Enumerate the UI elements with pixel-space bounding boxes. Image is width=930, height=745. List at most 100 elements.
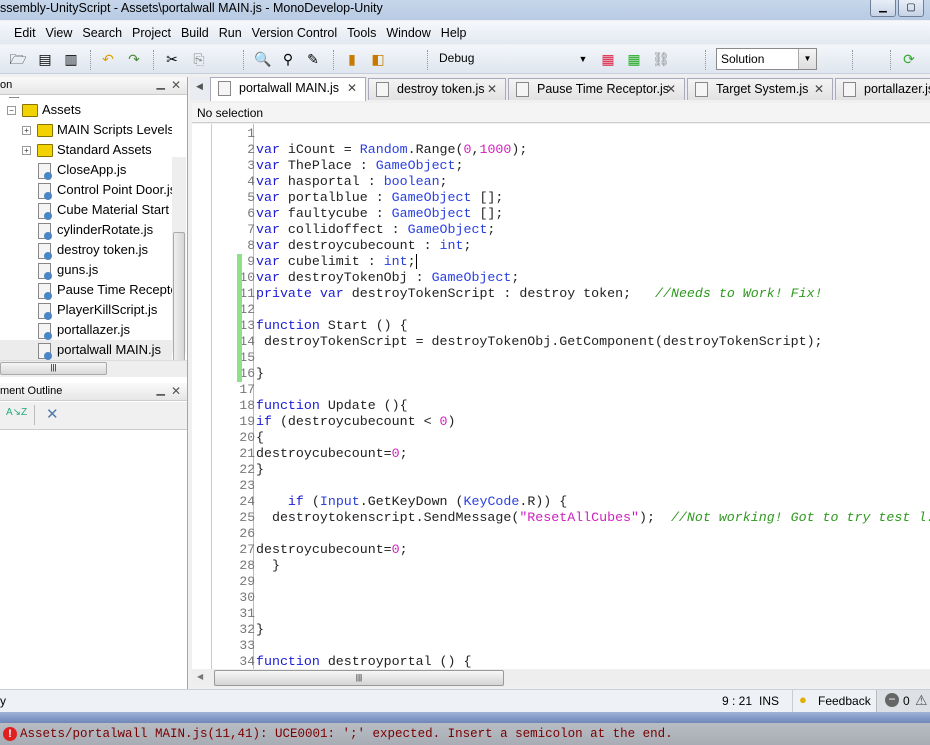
tree-item[interactable]: Pause Time Receptor — [0, 280, 172, 300]
close-icon[interactable]: ✕ — [171, 78, 181, 92]
tree-item[interactable]: − Assets — [0, 100, 172, 120]
tree-item-label: Assets — [42, 102, 82, 117]
bookmark-prev-icon[interactable]: ◧ — [369, 50, 387, 68]
tree-item-label: portallazer.js — [57, 322, 130, 337]
minimize-button[interactable]: ▁ — [870, 0, 896, 17]
sort-alphabetically-icon[interactable]: A↘Z — [6, 407, 27, 418]
tree-hscroll-thumb[interactable]: ||| — [0, 362, 107, 375]
code-token: (destroycubecount < — [271, 414, 440, 429]
tree-item[interactable]: + MAIN Scripts Levels — [0, 120, 172, 140]
tree-item[interactable]: destroy token.js — [0, 240, 172, 260]
code-token: destroyTokenScript : destroy token; — [343, 286, 655, 301]
close-tab-icon[interactable]: ✕ — [347, 78, 357, 99]
tab-target-system-js[interactable]: Target System.js ✕ — [687, 78, 833, 100]
lightbulb-icon: ● — [799, 692, 807, 707]
tree-item[interactable]: PlayerKillScript.js — [0, 300, 172, 320]
status-message: y — [0, 694, 6, 708]
tree-item-label: destroy token.js — [57, 242, 149, 257]
expand-icon[interactable]: + — [22, 126, 31, 136]
unity-console-error[interactable]: ! Assets/portalwall MAIN.js(11,41): UCE0… — [0, 723, 930, 745]
tree-item[interactable]: cylinderRotate.js — [0, 220, 172, 240]
code-token: var — [256, 206, 280, 221]
code-editor[interactable]: 1 2 3 4 5 6 7 8 9 10 11 12 13 14 15 16 17 18 19 20 21 22 23 24 2… — [192, 124, 930, 669]
minimize-panel-icon[interactable]: ▁ — [157, 77, 165, 90]
toolbar-separator — [705, 50, 706, 70]
tree-item[interactable]: guns.js — [0, 260, 172, 280]
code-token: { — [256, 430, 264, 445]
editor-hscroll-thumb[interactable]: ||| — [214, 670, 504, 686]
tree-item[interactable]: Control Point Door.js — [0, 180, 172, 200]
tree-item[interactable]: Cube Material Start — [0, 200, 172, 220]
tree-item[interactable]: CloseApp.js — [0, 160, 172, 180]
tab-portallazer-js[interactable]: portallazer.js — [835, 78, 930, 100]
tab-pause-time-receptor-js[interactable]: Pause Time Receptor.js ✕ — [508, 78, 685, 100]
code-token: GameObject — [407, 222, 488, 237]
code-token: Input — [319, 494, 360, 509]
save-icon[interactable]: ▤ — [36, 50, 54, 68]
tree-item[interactable]: portallazer.js — [0, 320, 172, 340]
open-folder-icon[interactable]: 🗁 — [9, 50, 27, 68]
menu-search[interactable]: Search — [77, 26, 127, 40]
solution-panel-header: on ▁ ✕ — [0, 77, 187, 95]
copy-icon[interactable]: ⎘ — [190, 50, 208, 68]
close-tab-icon[interactable]: ✕ — [487, 79, 497, 100]
line-number: 2 — [247, 142, 255, 157]
code-token: portalblue : — [279, 190, 392, 205]
solution-select[interactable]: Solution ▼ — [716, 48, 817, 70]
code-token: ; — [511, 270, 520, 285]
panel-title: ment Outline — [0, 385, 63, 397]
menu-version-control[interactable]: Version Control — [247, 26, 342, 40]
code-token: var — [256, 222, 280, 237]
menu-edit[interactable]: Edit — [9, 26, 41, 40]
script-file-icon — [38, 222, 52, 240]
expand-icon[interactable]: + — [22, 146, 31, 156]
tab-destroy-token-js[interactable]: destroy token.js ✕ — [368, 78, 506, 100]
save-all-icon[interactable]: ▥ — [62, 50, 80, 68]
redo-icon[interactable]: ↷ — [125, 50, 143, 68]
minimize-panel-icon[interactable]: ▁ — [157, 383, 165, 396]
cut-icon[interactable]: ✂ — [163, 50, 181, 68]
line-number: 13 — [239, 318, 255, 333]
scroll-tabs-left-icon[interactable]: ◀ — [196, 81, 203, 92]
tree-item[interactable]: portalwall MAIN.js — [0, 340, 172, 360]
taskbar-strip — [0, 712, 930, 723]
code-token: destroyportal () { — [319, 654, 472, 669]
build-icon[interactable]: ▦ — [599, 50, 617, 68]
close-tab-icon[interactable]: ✕ — [666, 79, 676, 100]
menu-project[interactable]: Project — [127, 26, 176, 40]
line-number: 1 — [247, 126, 255, 141]
tree-item-label: MAIN Scripts Levels — [57, 122, 172, 137]
bookmark-icon[interactable]: ▮ — [343, 50, 361, 68]
toolbar-separator — [153, 50, 154, 70]
build-configuration-select[interactable]: Debug — [439, 51, 474, 65]
rebuild-icon[interactable]: ▦ — [625, 50, 643, 68]
tree-item[interactable]: + Standard Assets — [0, 140, 172, 160]
code-token: .R)) { — [519, 494, 568, 509]
find-icon[interactable]: 🔍 — [254, 50, 272, 68]
close-tab-icon[interactable]: ✕ — [814, 79, 824, 100]
line-number: 18 — [239, 398, 255, 413]
tree-scroll-thumb[interactable] — [173, 232, 185, 377]
code-token: } — [256, 366, 264, 381]
tab-portalwall-main-js[interactable]: portalwall MAIN.js ✕ — [210, 77, 366, 101]
menu-run[interactable]: Run — [214, 26, 247, 40]
menu-build[interactable]: Build — [176, 26, 214, 40]
menu-help[interactable]: Help — [436, 26, 472, 40]
close-icon[interactable]: ✕ — [171, 384, 181, 398]
replace-icon[interactable]: ✎ — [304, 50, 322, 68]
tab-label: Pause Time Receptor.js — [537, 82, 670, 96]
menu-tools[interactable]: Tools — [342, 26, 381, 40]
settings-tools-icon[interactable]: ✕ — [46, 405, 59, 423]
menu-window[interactable]: Window — [381, 26, 435, 40]
menu-view[interactable]: View — [41, 26, 78, 40]
maximize-button[interactable]: ▢ — [898, 0, 924, 17]
undo-icon[interactable]: ↶ — [99, 50, 117, 68]
feedback-button[interactable]: Feedback — [818, 694, 871, 708]
code-token: function — [256, 318, 320, 333]
find-in-files-icon[interactable]: ⚲ — [279, 50, 297, 68]
collapse-icon[interactable]: − — [7, 106, 16, 116]
refresh-icon[interactable]: ⟳ — [900, 50, 918, 68]
dropdown-arrow-icon[interactable]: ▼ — [574, 50, 592, 68]
scroll-left-icon[interactable]: ◀ — [197, 672, 203, 681]
attach-icon[interactable]: ⛓ — [652, 50, 670, 68]
